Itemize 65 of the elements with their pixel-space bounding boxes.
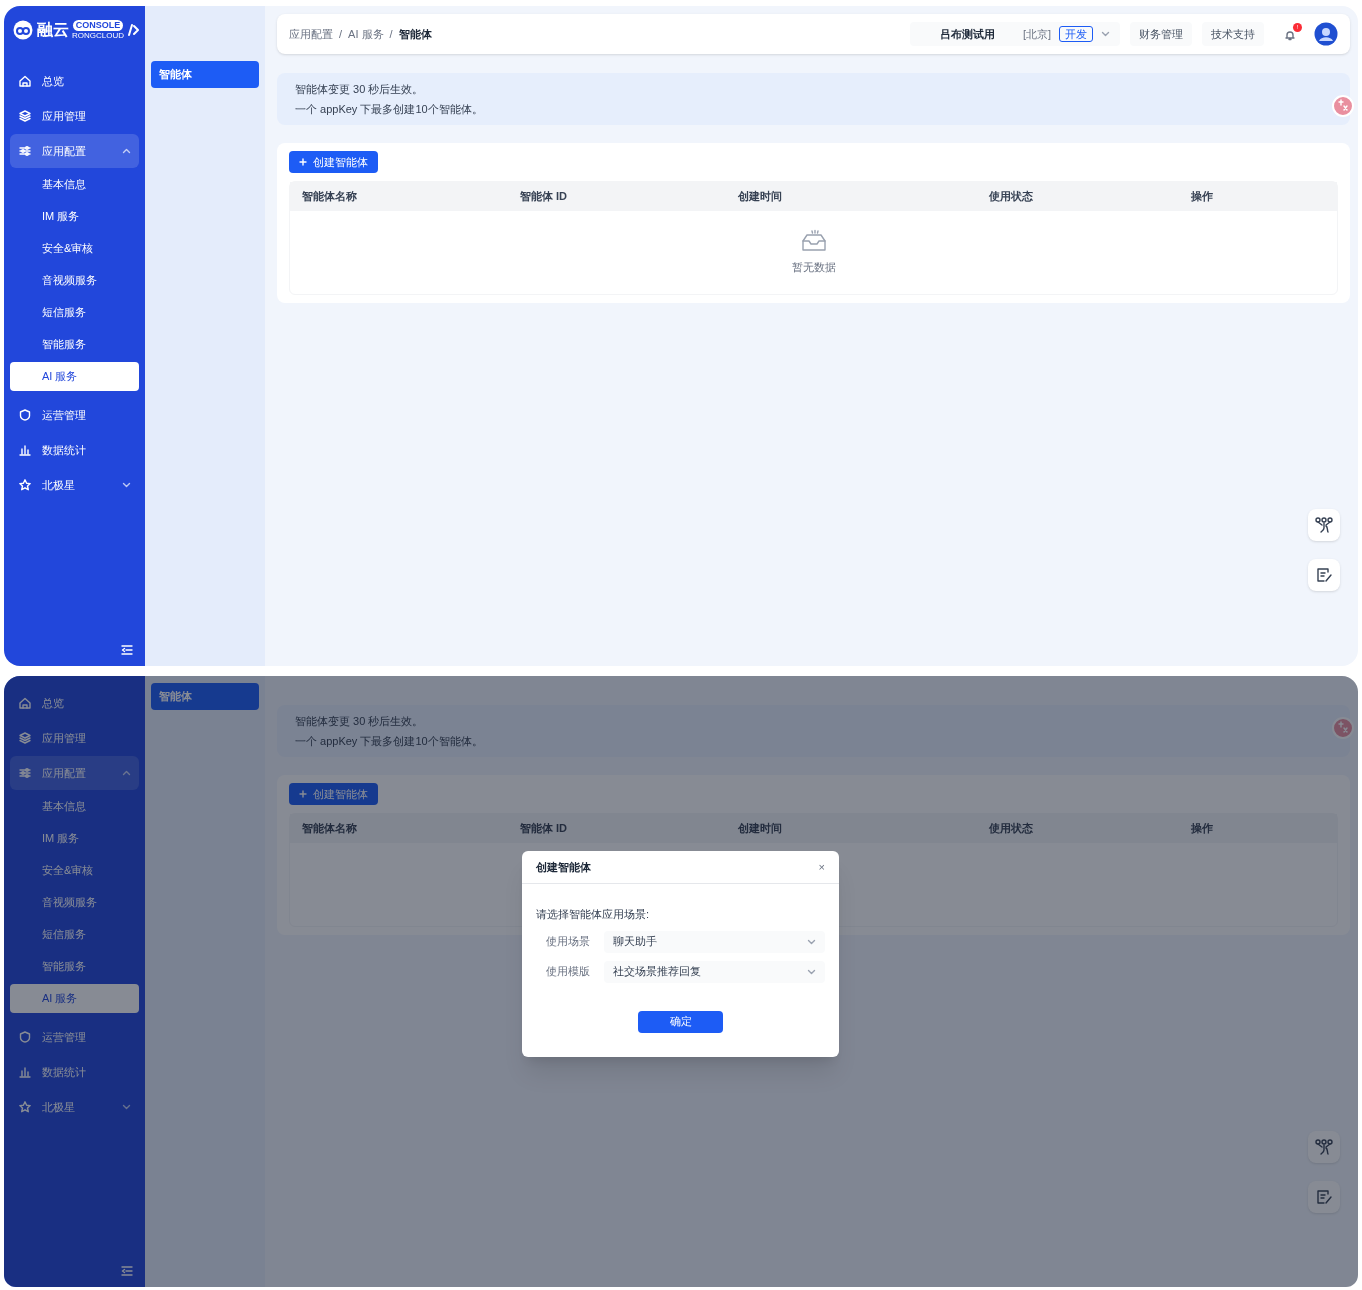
sidebar-subitem[interactable]: 智能服务 xyxy=(10,952,139,981)
dialog-prompt: 请选择智能体应用场景: xyxy=(536,907,651,922)
region-label: [北京] xyxy=(1022,26,1051,42)
nav-button[interactable]: 财务管理 xyxy=(1130,22,1192,46)
sidebar-subitem[interactable]: 短信服务 xyxy=(10,298,139,327)
sidebar-subitem[interactable]: 基本信息 xyxy=(10,170,139,199)
nav-button[interactable]: 技术支持 xyxy=(1202,22,1264,46)
field-label: 使用场景 xyxy=(546,934,591,950)
sidebar-subitem[interactable]: 音视频服务 xyxy=(10,266,139,295)
notice-text: 一个 appKey 下最多创建10个智能体。 xyxy=(295,101,484,117)
sidebar-subitem[interactable]: 短信服务 xyxy=(10,920,139,949)
sidebar-item[interactable]: 北极星 xyxy=(10,468,139,502)
select-field[interactable]: 社交场景推荐回复 xyxy=(604,960,825,983)
sidebar-subitem[interactable]: 安全&审核 xyxy=(10,856,139,885)
close-button[interactable]: × xyxy=(818,858,825,876)
sidebar-subitem[interactable]: AI 服务 xyxy=(10,984,139,1013)
create-button[interactable]: 创建智能体 xyxy=(289,151,378,173)
sidebar-item[interactable]: 应用配置 xyxy=(10,134,139,168)
empty-state-text: 暂无数据 xyxy=(791,260,836,276)
breadcrumb-link[interactable]: 应用配置 xyxy=(289,25,333,43)
dialog-title: 创建智能体 xyxy=(536,859,592,875)
sidebar-item[interactable]: 运营管理 xyxy=(10,1020,139,1054)
column-header: 智能体名称 xyxy=(302,189,358,205)
sidebar-item[interactable]: 运营管理 xyxy=(10,398,139,432)
sidebar-subitem[interactable]: 安全&审核 xyxy=(10,234,139,263)
sidebar-subitem[interactable]: 音视频服务 xyxy=(10,888,139,917)
account-selector[interactable]: 吕布测试用 [北京] 开发 xyxy=(910,22,1120,46)
sidebar-item[interactable]: 数据统计 xyxy=(10,433,139,467)
subnav-item[interactable]: 智能体 xyxy=(151,683,259,710)
account-name: 吕布测试用 xyxy=(938,26,996,42)
sidebar-subitem[interactable]: AI 服务 xyxy=(10,362,139,391)
breadcrumb-separator: / xyxy=(339,26,343,42)
column-header: 创建时间 xyxy=(738,821,783,837)
sidebar-item[interactable]: 应用管理 xyxy=(10,99,139,133)
field-label: 使用模版 xyxy=(546,964,591,980)
sidebar-item[interactable]: 数据统计 xyxy=(10,1055,139,1089)
breadcrumb-link[interactable]: AI 服务 xyxy=(348,25,384,43)
logo-text: 融云 xyxy=(37,22,69,38)
sidebar-subitem[interactable]: IM 服务 xyxy=(10,824,139,853)
sidebar-item[interactable]: 北极星 xyxy=(10,1090,139,1124)
column-header: 智能体 ID xyxy=(520,189,569,205)
sidebar-subitem[interactable]: IM 服务 xyxy=(10,202,139,231)
notice-text: 智能体变更 30 秒后生效。 xyxy=(295,714,425,729)
logo-subtext: RONGCLOUD xyxy=(72,32,124,40)
logo-badge: CONSOLE xyxy=(72,20,124,31)
column-header: 使用状态 xyxy=(989,189,1034,205)
notice-text: 一个 appKey 下最多创建10个智能体。 xyxy=(295,733,484,749)
sidebar-subitem[interactable]: 基本信息 xyxy=(10,792,139,821)
confirm-button[interactable]: 确定 xyxy=(638,1010,723,1033)
create-button[interactable]: 创建智能体 xyxy=(289,783,378,805)
breadcrumb-separator: / xyxy=(389,26,393,42)
sidebar-item[interactable]: 应用管理 xyxy=(10,721,139,755)
sidebar-item[interactable]: 总览 xyxy=(10,686,139,720)
sidebar-subitem[interactable]: 智能服务 xyxy=(10,330,139,359)
column-header: 智能体名称 xyxy=(302,821,358,837)
column-header: 智能体 ID xyxy=(520,821,569,837)
subnav-item[interactable]: 智能体 xyxy=(151,61,259,88)
column-header: 操作 xyxy=(1191,189,1214,205)
select-field[interactable]: 聊天助手 xyxy=(604,930,825,953)
column-header: 操作 xyxy=(1191,821,1214,837)
column-header: 使用状态 xyxy=(989,821,1034,837)
sidebar-item[interactable]: 总览 xyxy=(10,64,139,98)
notice-text: 智能体变更 30 秒后生效。 xyxy=(295,82,425,97)
environment-tag: 开发 xyxy=(1059,26,1093,42)
column-header: 创建时间 xyxy=(738,189,783,205)
